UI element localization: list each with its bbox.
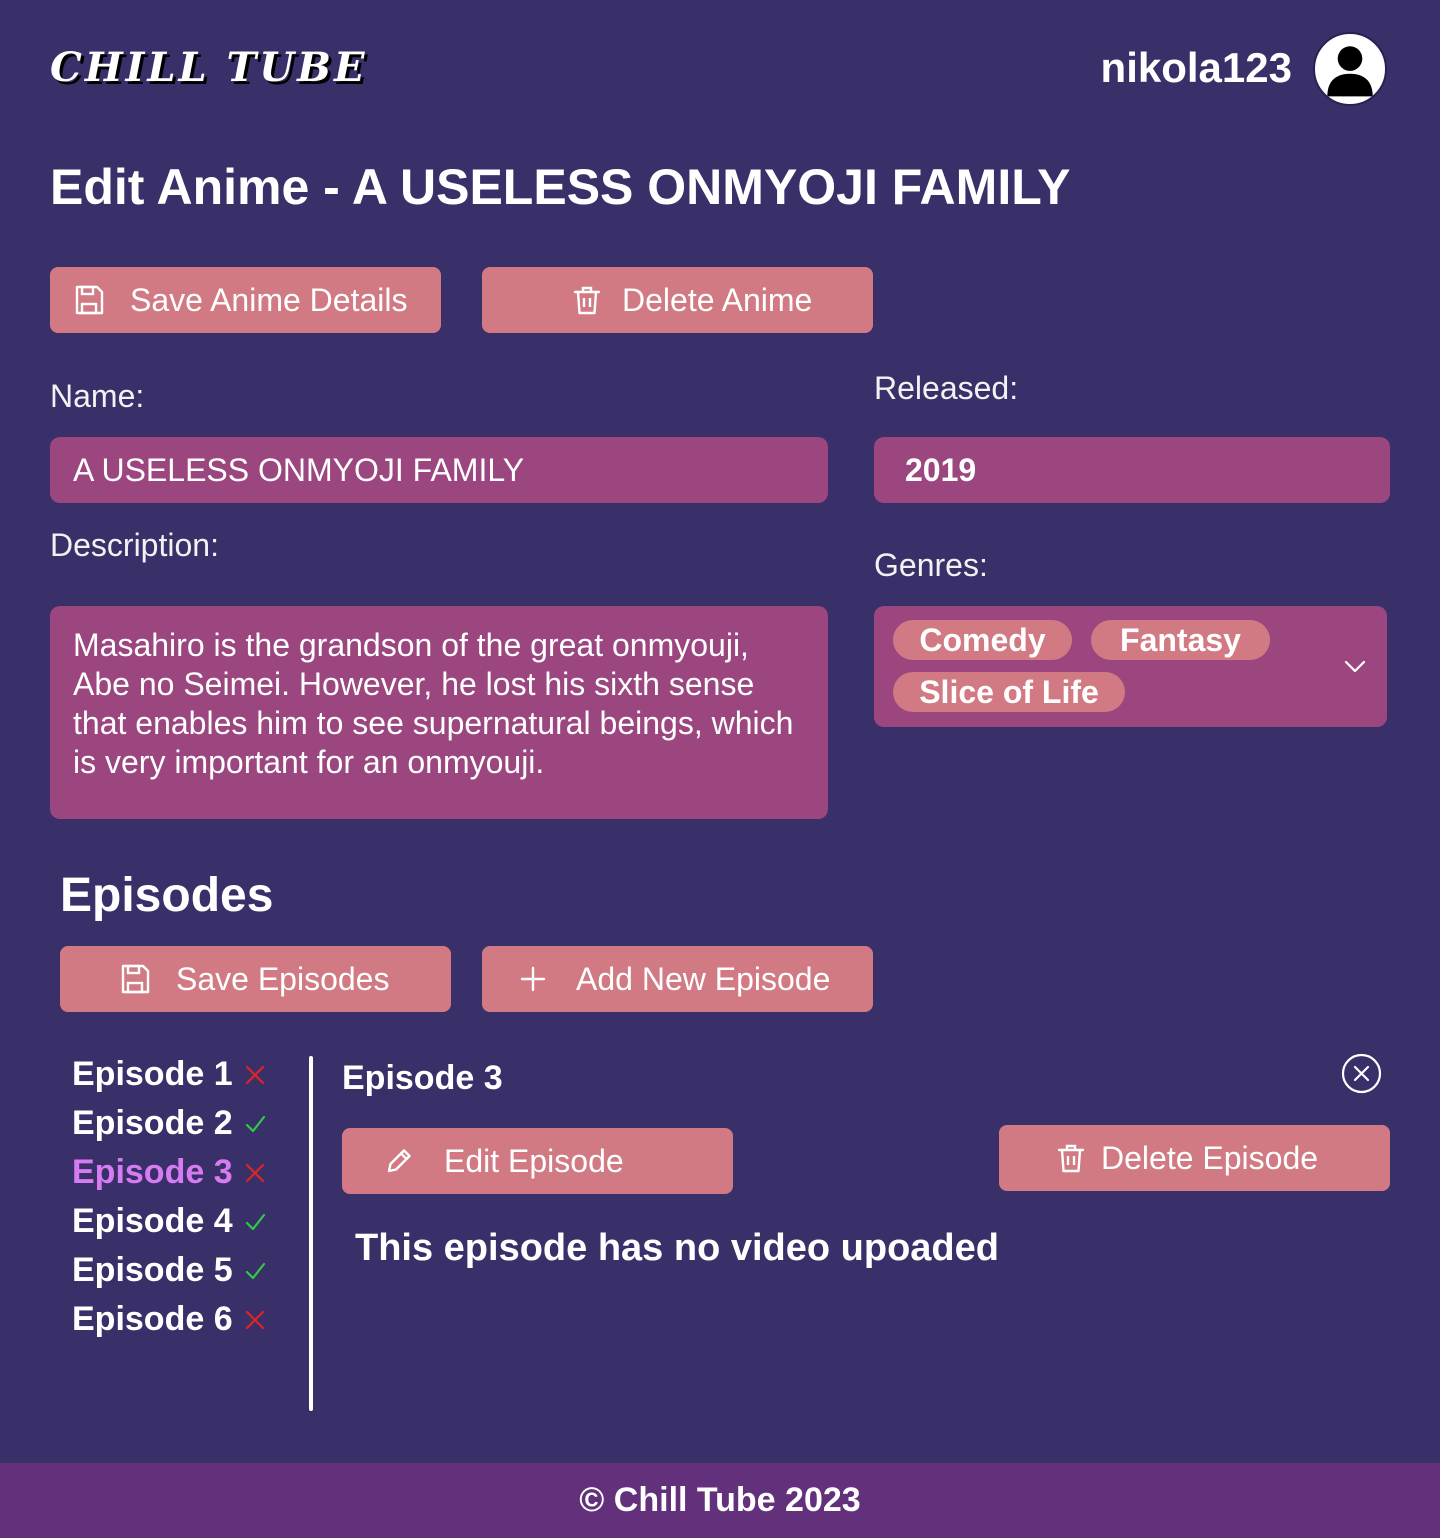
name-input[interactable]: [50, 437, 828, 503]
x-icon: [245, 1065, 265, 1084]
footer: © Chill Tube 2023: [0, 1463, 1440, 1538]
episode-list-item[interactable]: Episode 4: [72, 1202, 266, 1241]
pencil-icon: [382, 1144, 416, 1178]
close-icon[interactable]: [1341, 1053, 1382, 1094]
episode-list-item[interactable]: Episode 6: [72, 1300, 265, 1339]
save-episodes-button[interactable]: Save Episodes: [60, 946, 451, 1012]
episode-list-item[interactable]: Episode 2: [72, 1104, 266, 1143]
avatar[interactable]: [1313, 32, 1387, 106]
episode-label: Episode 6: [72, 1300, 233, 1338]
trash-icon: [570, 283, 604, 317]
footer-text: © Chill Tube 2023: [579, 1481, 861, 1519]
genre-chip[interactable]: Slice of Life: [893, 672, 1125, 712]
add-new-episode-label: Add New Episode: [576, 960, 831, 997]
user-icon: [1327, 46, 1373, 97]
check-icon: [245, 1213, 266, 1230]
page-title: Edit Anime - A USELESS ONMYOJI FAMILY: [50, 159, 1071, 215]
name-label: Name:: [50, 378, 145, 414]
floppy-disk-icon: [118, 962, 152, 996]
username[interactable]: nikola123: [1101, 44, 1292, 92]
episode-list-item[interactable]: Episode 5: [72, 1251, 266, 1290]
save-episodes-label: Save Episodes: [176, 960, 390, 997]
save-anime-details-button[interactable]: Save Anime Details: [50, 267, 441, 333]
chevron-down-icon[interactable]: [1343, 655, 1367, 679]
episodes-title: Episodes: [60, 869, 274, 922]
delete-anime-button[interactable]: Delete Anime: [482, 267, 873, 333]
check-icon: [245, 1115, 266, 1132]
x-icon: [245, 1310, 265, 1329]
floppy-disk-icon: [72, 283, 106, 317]
delete-episode-button[interactable]: Delete Episode: [999, 1125, 1390, 1191]
delete-episode-label: Delete Episode: [1101, 1139, 1319, 1176]
episode-label: Episode 3: [72, 1153, 233, 1191]
genre-chip[interactable]: Fantasy: [1091, 620, 1270, 660]
check-icon: [245, 1262, 266, 1279]
episode-list-item-selected[interactable]: Episode 3: [72, 1153, 265, 1192]
episode-list-divider: [309, 1056, 313, 1411]
genre-chip[interactable]: Comedy: [893, 620, 1072, 660]
x-icon: [245, 1163, 265, 1182]
episode-detail-heading: Episode 3: [342, 1059, 503, 1097]
description-label: Description:: [50, 527, 219, 563]
edit-episode-label: Edit Episode: [444, 1142, 624, 1179]
episode-label: Episode 2: [72, 1104, 233, 1142]
episode-label: Episode 5: [72, 1251, 233, 1289]
episode-label: Episode 1: [72, 1055, 233, 1093]
description-textarea[interactable]: Masahiro is the grandson of the great on…: [50, 606, 828, 819]
trash-icon: [1054, 1141, 1088, 1175]
genres-label: Genres:: [874, 547, 988, 583]
released-label: Released:: [874, 370, 1019, 406]
logo[interactable]: CHILL TUBE: [50, 44, 367, 91]
no-video-message: This episode has no video upoaded: [355, 1227, 999, 1269]
plus-icon: [516, 962, 550, 996]
episode-list-item[interactable]: Episode 1: [72, 1055, 265, 1094]
released-input[interactable]: [874, 437, 1390, 503]
delete-anime-label: Delete Anime: [622, 281, 813, 318]
episode-label: Episode 4: [72, 1202, 233, 1240]
add-new-episode-button[interactable]: Add New Episode: [482, 946, 873, 1012]
edit-episode-button[interactable]: Edit Episode: [342, 1128, 733, 1194]
save-anime-details-label: Save Anime Details: [130, 281, 408, 318]
